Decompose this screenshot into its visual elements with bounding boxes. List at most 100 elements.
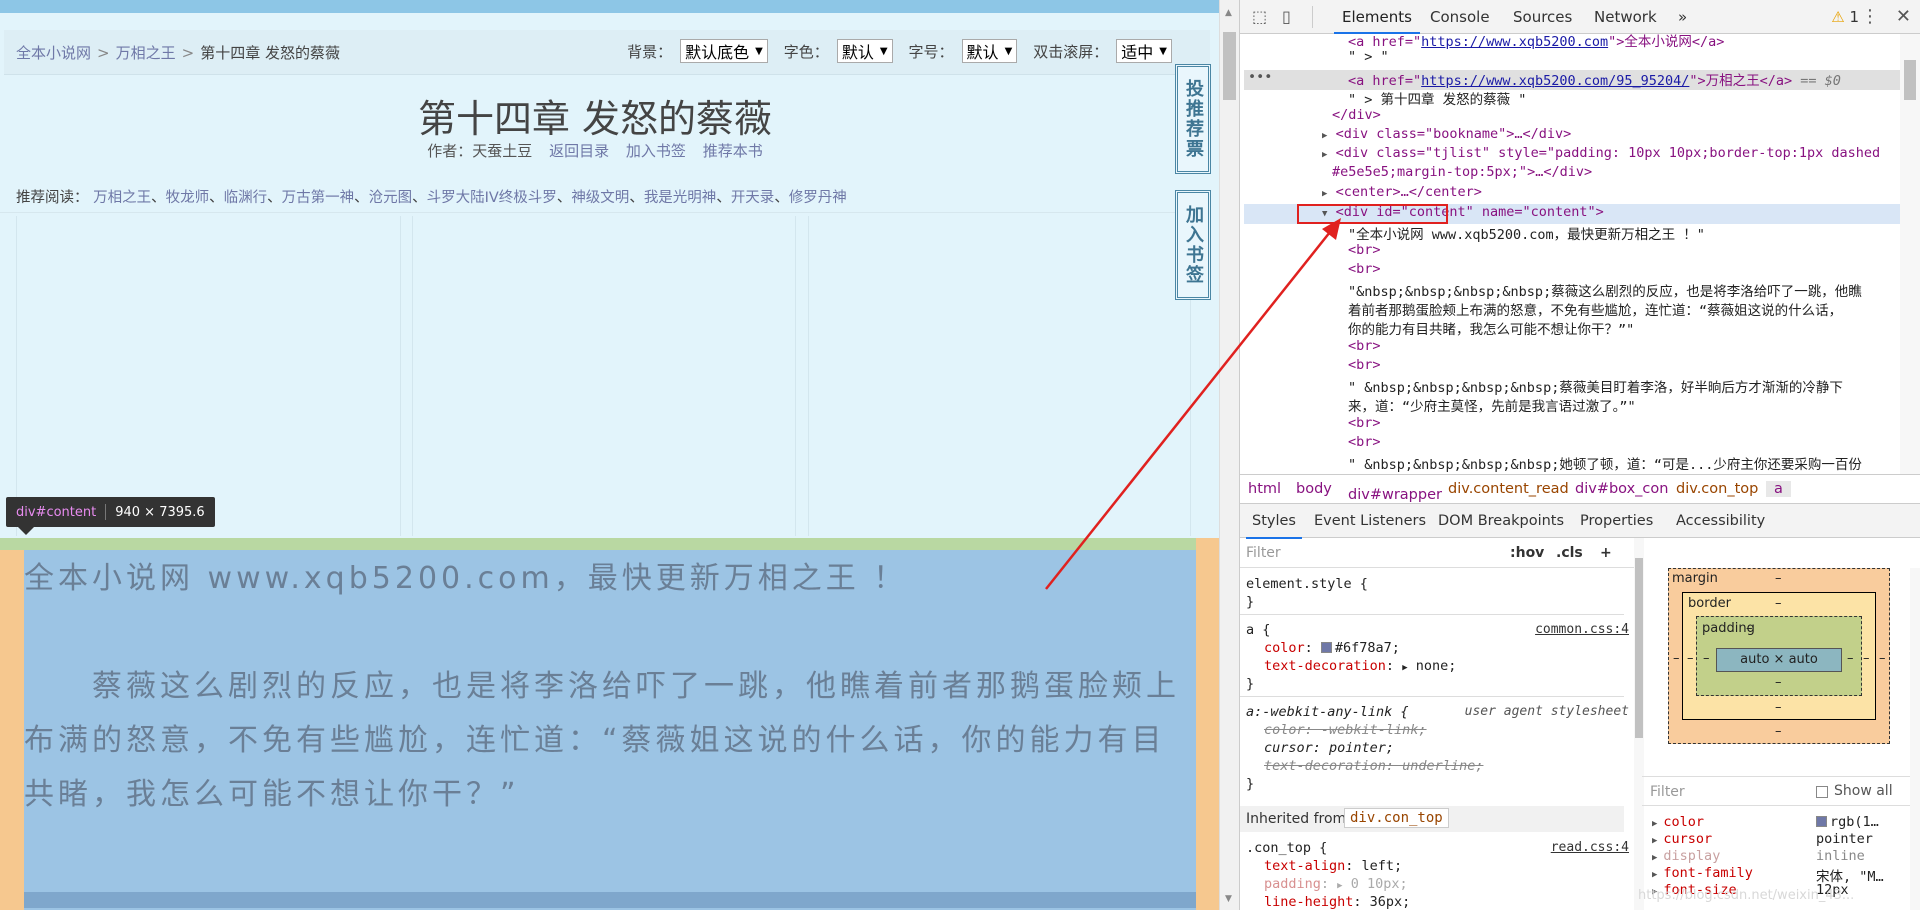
dom-text[interactable]: " &nbsp;&nbsp;&nbsp;&nbsp;蔡薇美目盯着李洛，好半晌后方…: [1348, 376, 1843, 396]
dom-br[interactable]: <br>: [1348, 434, 1381, 450]
close-icon[interactable]: ✕: [1896, 6, 1911, 27]
computed-row[interactable]: ▶ color rgb(1…: [1652, 814, 1879, 830]
computed-row[interactable]: ▶ display inline: [1652, 848, 1865, 864]
expand-icon[interactable]: ▶: [1652, 836, 1657, 846]
dom-scrollbar[interactable]: [1900, 34, 1920, 474]
recommend-link[interactable]: 沧元图: [369, 190, 413, 206]
dom-text[interactable]: " &nbsp;&nbsp;&nbsp;&nbsp;她顿了顿，道：“可是...少…: [1348, 453, 1862, 473]
dom-text[interactable]: "&nbsp;&nbsp;&nbsp;&nbsp;蔡薇这么剧烈的反应，也是将李洛…: [1348, 280, 1862, 300]
ua-color-decl[interactable]: color: -webkit-link;: [1264, 722, 1427, 738]
warning-counter[interactable]: ⚠ 1: [1831, 8, 1859, 26]
breadcrumb-book-link[interactable]: 万相之王: [116, 44, 176, 62]
tab-network[interactable]: Network: [1594, 8, 1657, 26]
dom-text[interactable]: "全本小说网 www.xqb5200.com，最快更新万相之王 ！": [1348, 223, 1705, 243]
subtab-styles[interactable]: Styles: [1246, 513, 1302, 539]
ua-cursor-decl[interactable]: cursor: pointer;: [1264, 740, 1394, 756]
computed-row[interactable]: ▶ font-family 宋体, "M…: [1652, 865, 1884, 885]
expand-icon[interactable]: ▶: [1322, 189, 1327, 199]
expand-icon[interactable]: ▶: [1652, 819, 1657, 829]
device-toggle-icon[interactable]: ▯: [1282, 7, 1291, 26]
ua-rule-selector[interactable]: a:-webkit-any-link {: [1246, 704, 1409, 720]
dom-link[interactable]: https://www.xqb5200.com: [1421, 34, 1608, 50]
dom-line-selected[interactable]: <a href="https://www.xqb5200.com/95_9520…: [1348, 69, 1841, 89]
breadcrumb-site-link[interactable]: 全本小说网: [16, 44, 91, 62]
scroll-down-icon[interactable]: ▼: [1225, 894, 1232, 904]
recommend-book-link[interactable]: 推荐本书: [703, 142, 763, 160]
expand-icon[interactable]: ▶: [1337, 881, 1342, 891]
back-to-toc-link[interactable]: 返回目录: [549, 142, 609, 160]
con-top-text-align-decl[interactable]: text-align: left;: [1264, 858, 1402, 874]
computed-filter-input[interactable]: Filter: [1650, 784, 1685, 800]
scrollbar-thumb[interactable]: [1223, 32, 1236, 100]
subtab-properties[interactable]: Properties: [1580, 513, 1653, 529]
more-tabs-icon[interactable]: »: [1678, 8, 1687, 26]
dom-br[interactable]: <br>: [1348, 415, 1381, 431]
crumb-con-top[interactable]: div.con_top: [1676, 481, 1758, 497]
recommend-link[interactable]: 神级文明: [571, 190, 629, 206]
cls-toggle[interactable]: .cls: [1556, 545, 1583, 561]
crumb-a[interactable]: a: [1766, 481, 1791, 497]
dom-text[interactable]: 你的能力有目共睹，我怎么可能不想让你干？”": [1348, 318, 1634, 338]
tab-sources[interactable]: Sources: [1513, 8, 1572, 26]
add-bookmark-link[interactable]: 加入书签: [626, 142, 686, 160]
styles-filter[interactable]: Filter :hov .cls +: [1240, 538, 1640, 568]
ua-text-decoration-decl[interactable]: text-decoration: underline;: [1264, 758, 1483, 774]
font-color-select[interactable]: 默认 ▼: [836, 39, 893, 63]
expand-icon[interactable]: ▶: [1322, 131, 1327, 141]
recommend-link[interactable]: 斗罗大陆IV终极斗罗: [427, 190, 557, 206]
subtab-event-listeners[interactable]: Event Listeners: [1314, 513, 1426, 529]
recommend-link[interactable]: 牧龙师: [166, 190, 210, 206]
element-style-rule[interactable]: element.style {: [1246, 576, 1368, 592]
expand-icon[interactable]: ▶: [1322, 150, 1327, 160]
hov-toggle[interactable]: :hov: [1510, 545, 1544, 561]
computed-row[interactable]: ▶ cursor pointer: [1652, 831, 1873, 847]
computed-scrollbar[interactable]: [1910, 568, 1920, 910]
expand-icon[interactable]: ▶: [1402, 663, 1407, 673]
con-top-line-height-decl[interactable]: line-height: 36px;: [1264, 894, 1410, 910]
page-scrollbar[interactable]: ▲ ▼: [1219, 0, 1239, 910]
recommend-link[interactable]: 我是光明神: [644, 190, 717, 206]
dom-line[interactable]: #e5e5e5;margin-top:5px;">…</div>: [1332, 164, 1592, 180]
expand-icon[interactable]: ▶: [1652, 853, 1657, 863]
dom-text[interactable]: 来，道：“少府主莫怪，先前是我言语过激了。”": [1348, 395, 1636, 415]
crumb-html[interactable]: html: [1248, 481, 1281, 497]
a-rule-source-link[interactable]: common.css:4: [1535, 622, 1629, 637]
recommend-link[interactable]: 万相之王: [93, 190, 151, 206]
vote-recommend-button[interactable]: 投推荐票: [1175, 64, 1211, 174]
side-bookmark-button[interactable]: 加入书签: [1175, 190, 1211, 300]
show-all-checkbox[interactable]: [1816, 786, 1828, 798]
dom-br[interactable]: <br>: [1348, 338, 1381, 354]
subtab-accessibility[interactable]: Accessibility: [1676, 513, 1765, 529]
inspect-element-icon[interactable]: ⬚: [1252, 7, 1267, 26]
add-rule-icon[interactable]: +: [1600, 545, 1612, 561]
dom-line[interactable]: ▶ <center>…</center>: [1322, 184, 1482, 200]
con-top-padding-decl[interactable]: padding: ▶ 0 10px;: [1264, 876, 1408, 892]
recommend-link[interactable]: 修罗丹神: [789, 190, 847, 206]
dom-line[interactable]: " > 第十四章 发怒的蔡薇 ": [1348, 88, 1526, 108]
scroll-speed-select[interactable]: 适中 ▼: [1116, 39, 1172, 63]
font-size-select[interactable]: 默认 ▼: [961, 39, 1018, 63]
scroll-up-icon[interactable]: ▲: [1225, 8, 1232, 18]
more-options-icon[interactable]: ⋮: [1861, 6, 1879, 27]
dom-br[interactable]: <br>: [1348, 357, 1381, 373]
crumb-box-con[interactable]: div#box_con: [1575, 481, 1668, 497]
dom-line[interactable]: ▶ <div class="tjlist" style="padding: 10…: [1322, 145, 1880, 161]
recommend-link[interactable]: 万古第一神: [282, 190, 355, 206]
crumb-body[interactable]: body: [1296, 481, 1332, 497]
dom-line[interactable]: ▶ <div class="bookname">…</div>: [1322, 126, 1571, 142]
inherited-from-link[interactable]: div.con_top: [1344, 808, 1449, 828]
tab-console[interactable]: Console: [1430, 8, 1490, 26]
dom-scrollbar-thumb[interactable]: [1904, 60, 1916, 100]
dom-line[interactable]: " > ": [1348, 49, 1389, 65]
a-text-decoration-decl[interactable]: text-decoration: ▶ none;: [1264, 658, 1456, 674]
tab-elements[interactable]: Elements: [1334, 8, 1420, 34]
con-top-source-link[interactable]: read.css:4: [1551, 840, 1629, 855]
con-top-rule-selector[interactable]: .con_top {: [1246, 840, 1327, 856]
dom-br[interactable]: <br>: [1348, 242, 1381, 258]
color-swatch-icon[interactable]: [1320, 642, 1332, 653]
ellipsis-icon[interactable]: •••: [1248, 69, 1272, 85]
subtab-dom-breakpoints[interactable]: DOM Breakpoints: [1438, 513, 1564, 529]
crumb-content-read[interactable]: div.content_read: [1448, 481, 1569, 497]
a-color-decl[interactable]: color: #6f78a7;: [1264, 640, 1400, 656]
a-rule-selector[interactable]: a {: [1246, 622, 1270, 638]
